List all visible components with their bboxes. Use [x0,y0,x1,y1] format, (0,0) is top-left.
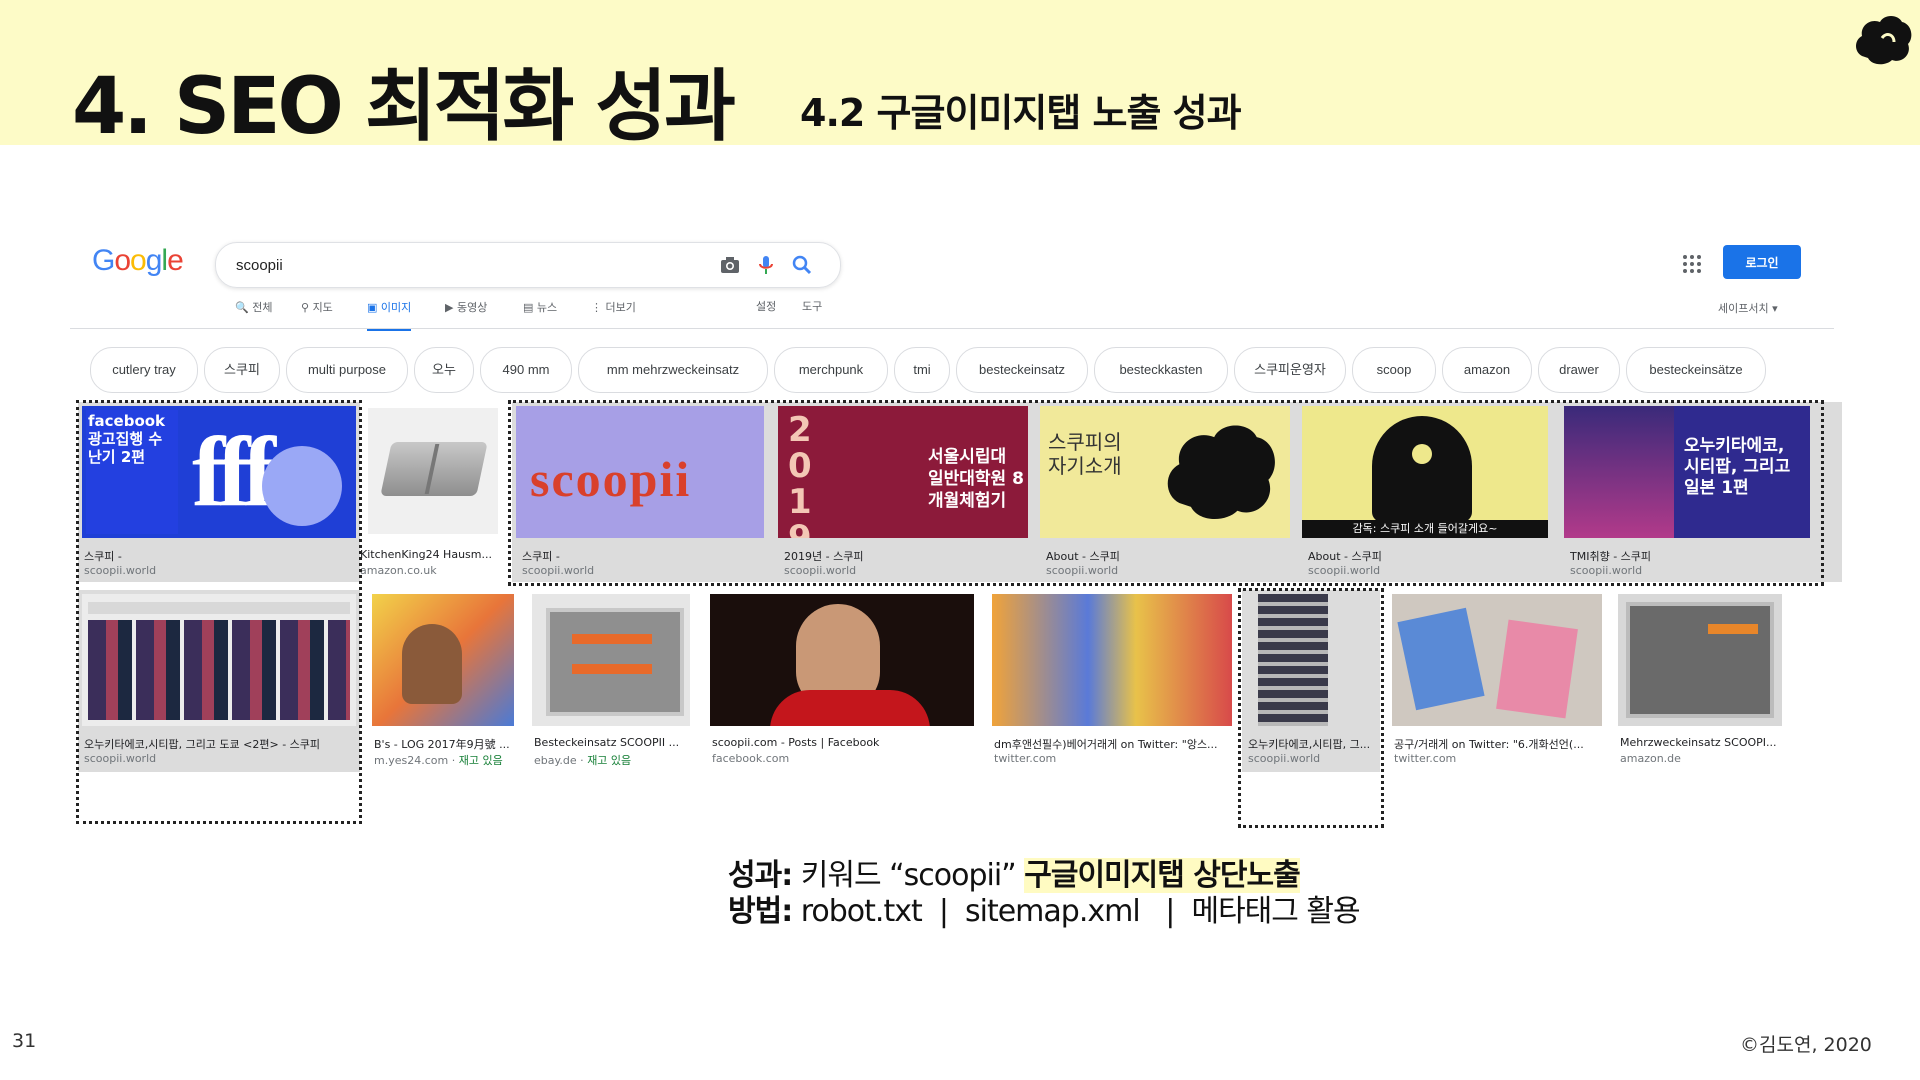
chip[interactable]: drawer [1538,347,1620,393]
slide-subtitle: 4.2 구글이미지탭 노출 성과 [800,91,1242,135]
result-title: scoopii.com - Posts | Facebook [712,736,880,749]
safesearch-dropdown[interactable]: 세이프서치 ▾ [1718,300,1778,316]
result-title: KitchenKing24 Hausm... [360,548,492,561]
chip[interactable]: besteckeinsätze [1626,347,1766,393]
chip[interactable]: tmi [894,347,950,393]
chip[interactable]: 490 mm [480,347,572,393]
google-image-search-screenshot: Google 로그인 🔍 전체 ⚲ 지도 ▣ 이미지 ▶ 동영상 ▤ 뉴스 ⋮ … [70,232,1842,832]
chip[interactable]: besteckkasten [1094,347,1228,393]
search-icon: 🔍 [235,301,249,314]
camera-icon[interactable] [718,253,742,277]
summary-method-line: 방법: robot.txt | sitemap.xml | 메타태그 활용 [728,894,1361,929]
chip[interactable]: merchpunk [774,347,888,393]
highlight-frame [508,400,1824,586]
search-icon[interactable] [790,253,814,277]
page-number: 31 [12,1030,37,1052]
result-thumbnail [1618,594,1782,726]
slide-title: 4. SEO 최적화 성과 [72,62,736,152]
chip[interactable]: mm mehrzweckeinsatz [578,347,768,393]
image-result[interactable]: KitchenKing24 Hausm... amazon.co.uk [360,402,506,582]
result-thumbnail [368,408,498,534]
result-thumbnail [372,594,514,726]
copyright: ©김도연, 2020 [1740,1034,1872,1056]
highlight-frame [1238,588,1384,828]
header-divider [70,328,1834,329]
result-thumbnail [532,594,690,726]
image-result[interactable]: scoopii.com - Posts | Facebook facebook.… [706,590,982,772]
chip[interactable]: cutlery tray [90,347,198,393]
highlight-frame [76,400,362,824]
more-vert-icon: ⋮ [591,301,602,314]
tab-videos[interactable]: ▶ 동영상 [445,298,487,328]
tab-maps[interactable]: ⚲ 지도 [301,298,333,328]
image-result[interactable]: Mehrzweckeinsatz SCOOPI... amazon.de [1614,590,1814,772]
result-thumbnail [1392,594,1602,726]
image-result[interactable]: B's - LOG 2017年9月號 ... m.yes24.com · 재고 … [368,590,518,772]
news-icon: ▤ [523,301,534,314]
summary: 성과: 키워드 “scoopii” 구글이미지탭 상단노출 방법: robot.… [728,858,1361,930]
chip[interactable]: 스쿠피 [204,347,280,393]
result-title: B's - LOG 2017年9月號 ... [374,738,510,751]
result-title: Besteckeinsatz SCOOPII ... [534,736,680,749]
result-thumbnail [710,594,974,726]
chip[interactable]: besteckeinsatz [956,347,1088,393]
result-thumbnail [992,594,1232,726]
result-source: amazon.co.uk [360,564,437,577]
play-icon: ▶ [445,301,454,314]
tools-link[interactable]: 도구 [802,298,822,314]
chip[interactable]: scoop [1352,347,1436,393]
result-title: 공구/거래게 on Twitter: "6.개화선언(... [1394,738,1584,751]
summary-result-line: 성과: 키워드 “scoopii” 구글이미지탭 상단노출 [728,858,1301,893]
chip[interactable]: amazon [1442,347,1532,393]
tab-images[interactable]: ▣ 이미지 [367,298,412,331]
result-source: twitter.com [994,752,1057,765]
result-title: Mehrzweckeinsatz SCOOPI... [1620,736,1777,749]
apps-grid-icon[interactable] [1682,254,1702,274]
brand-logo-icon [1856,16,1912,65]
result-source: facebook.com [712,752,790,765]
result-title: dm후앤선필수)베어거래게 on Twitter: "앙스... [994,738,1218,751]
search-box[interactable] [215,242,841,288]
chip[interactable]: 스쿠피운영자 [1234,347,1346,393]
result-source: m.yes24.com · 재고 있음 [374,754,503,767]
result-source: ebay.de · 재고 있음 [534,754,632,767]
microphone-icon[interactable] [754,253,778,277]
tab-all[interactable]: 🔍 전체 [235,298,272,328]
image-result[interactable]: Besteckeinsatz SCOOPII ... ebay.de · 재고 … [528,590,698,772]
google-logo: Google [92,244,184,277]
chip[interactable]: 오누 [414,347,474,393]
map-pin-icon: ⚲ [301,301,310,314]
search-input[interactable] [234,253,698,277]
settings-link[interactable]: 설정 [756,298,776,314]
tab-more[interactable]: ⋮ 더보기 [591,298,636,328]
login-button[interactable]: 로그인 [1723,245,1801,279]
chip[interactable]: multi purpose [286,347,408,393]
image-result[interactable]: dm후앤선필수)베어거래게 on Twitter: "앙스... twitter… [988,590,1238,772]
result-source: amazon.de [1620,752,1681,765]
result-source: twitter.com [1394,752,1457,765]
tab-news[interactable]: ▤ 뉴스 [523,298,557,328]
image-result[interactable]: 공구/거래게 on Twitter: "6.개화선언(... twitter.c… [1388,590,1606,772]
image-icon: ▣ [367,301,378,314]
